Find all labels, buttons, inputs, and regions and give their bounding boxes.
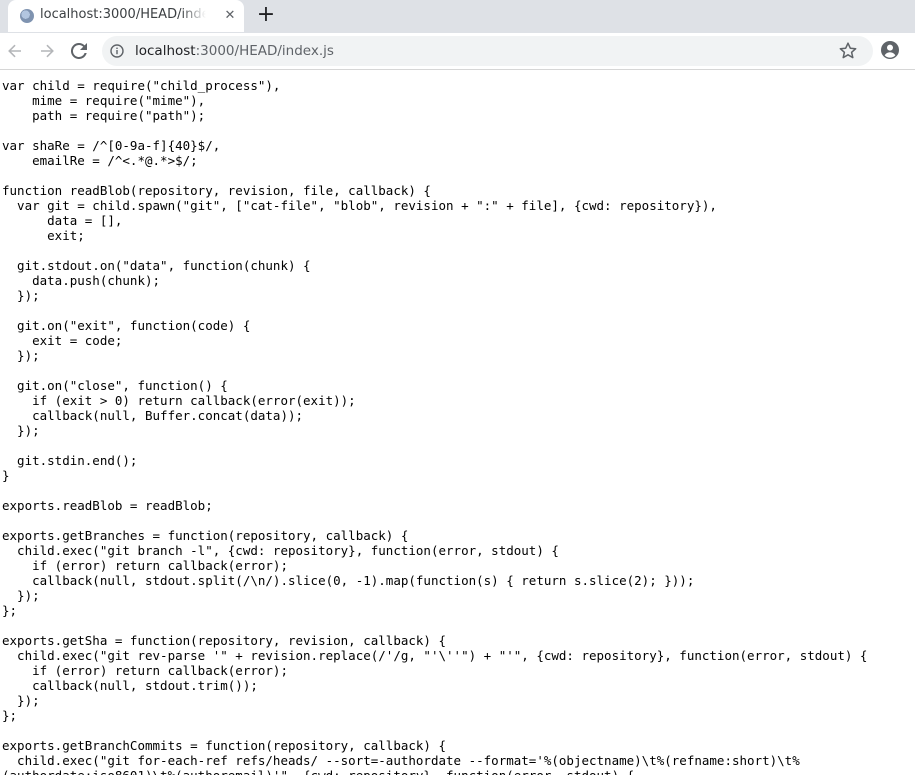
code-line: if (error) return callback(error); xyxy=(2,663,288,678)
code-line: exit; xyxy=(2,228,85,243)
info-icon[interactable] xyxy=(110,44,124,58)
code-line: function readBlob(repository, revision, … xyxy=(2,183,431,198)
back-button[interactable] xyxy=(3,39,27,63)
code-line: exports.getBranchCommits = function(repo… xyxy=(2,738,447,753)
code-line: } xyxy=(2,468,10,483)
code-line: var shaRe = /^[0-9a-f]{40}$/, xyxy=(2,138,221,153)
code-line: }); xyxy=(2,423,40,438)
code-line: git.on("exit", function(code) { xyxy=(2,318,251,333)
code-line: exports.getBranches = function(repositor… xyxy=(2,528,409,543)
code-line: git.stdout.on("data", function(chunk) { xyxy=(2,258,311,273)
favicon-icon xyxy=(20,9,34,23)
code-line: mime = require("mime"), xyxy=(2,93,206,108)
code-line: }); xyxy=(2,288,40,303)
reload-icon xyxy=(71,43,87,59)
code-line: if (exit > 0) return callback(error(exit… xyxy=(2,393,356,408)
code-line: }); xyxy=(2,348,40,363)
new-tab-button[interactable]: + xyxy=(254,4,278,28)
code-line: exit = code; xyxy=(2,333,123,348)
tab-strip: localhost:3000/HEAD/index.js ✕ + xyxy=(0,0,915,33)
code-line: callback(null, stdout.split(/\n/).slice(… xyxy=(2,573,695,588)
code-line: git.on("close", function() { xyxy=(2,378,228,393)
star-icon[interactable] xyxy=(838,41,858,61)
code-line: if (error) return callback(error); xyxy=(2,558,288,573)
code-line: git.stdin.end(); xyxy=(2,453,138,468)
code-line: var child = require("child_process"), xyxy=(2,78,281,93)
page-content: var child = require("child_process"), mi… xyxy=(0,70,915,775)
reload-button[interactable] xyxy=(67,39,91,63)
url-host: localhost xyxy=(135,43,196,59)
code-line: }; xyxy=(2,603,18,618)
code-line: data.push(chunk); xyxy=(2,273,161,288)
browser-tab[interactable]: localhost:3000/HEAD/index.js ✕ xyxy=(8,0,244,32)
forward-arrow-icon xyxy=(41,44,54,58)
close-tab-icon[interactable]: ✕ xyxy=(222,8,238,24)
code-line: exports.getSha = function(repository, re… xyxy=(2,633,447,648)
code-line: exports.readBlob = readBlob; xyxy=(2,498,213,513)
url-text[interactable]: localhost:3000/HEAD/index.js xyxy=(135,43,334,59)
tab-title: localhost:3000/HEAD/index.js xyxy=(40,7,206,22)
code-line: }; xyxy=(2,708,18,723)
forward-button[interactable] xyxy=(35,39,59,63)
code-line: emailRe = /^<.*@.*>$/; xyxy=(2,153,198,168)
code-line: callback(null, Buffer.concat(data)); xyxy=(2,408,304,423)
back-arrow-icon xyxy=(8,44,21,58)
account-icon[interactable] xyxy=(880,40,900,60)
code-line: child.exec("git for-each-ref refs/heads/… xyxy=(2,753,800,768)
url-path: :3000/HEAD/index.js xyxy=(195,43,334,59)
code-line: child.exec("git branch -l", {cwd: reposi… xyxy=(2,543,559,558)
code-line: var git = child.spawn("git", ["cat-file"… xyxy=(2,198,717,213)
code-line: data = [], xyxy=(2,213,123,228)
address-bar[interactable]: localhost:3000/HEAD/index.js xyxy=(102,36,873,66)
source-code: var child = require("child_process"), mi… xyxy=(0,70,915,775)
code-line: }); xyxy=(2,588,40,603)
code-line: (authordate:iso8601)\t%(authoremail)'", … xyxy=(2,768,915,775)
code-line: path = require("path"); xyxy=(2,108,206,123)
code-line: }); xyxy=(2,693,40,708)
code-line: child.exec("git rev-parse '" + revision.… xyxy=(2,648,868,663)
code-line: callback(null, stdout.trim()); xyxy=(2,678,258,693)
browser-toolbar: localhost:3000/HEAD/index.js xyxy=(0,33,915,70)
